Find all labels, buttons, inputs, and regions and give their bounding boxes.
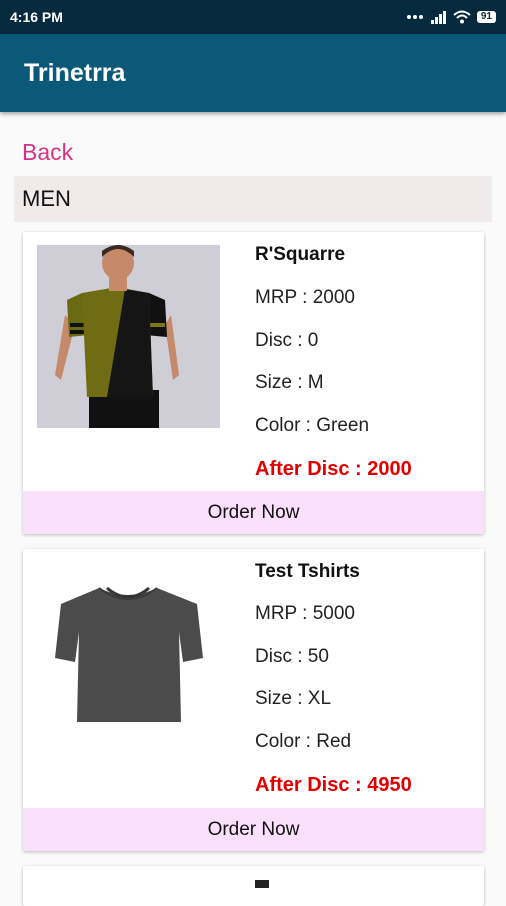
status-icons: 91	[406, 10, 496, 24]
order-now-button[interactable]: Order Now	[23, 491, 484, 534]
product-discount: Disc : 50	[255, 646, 329, 667]
product-color: Color : Red	[255, 731, 352, 752]
app-title: Trinetrra	[24, 58, 126, 87]
product-image	[255, 880, 269, 888]
product-mrp: MRP : 2000	[255, 287, 355, 308]
product-size: Size : M	[255, 372, 324, 393]
product-name: R'Squarre	[255, 244, 346, 265]
signal-icon	[430, 10, 446, 24]
category-title: MEN	[22, 186, 71, 211]
product-discount: Disc : 0	[255, 330, 319, 351]
product-name: Test Tshirts	[255, 561, 360, 582]
category-header: MEN	[14, 176, 492, 222]
product-card: R'Squarre MRP : 2000 Disc : 0 Size : M C…	[23, 232, 484, 534]
battery-icon: 91	[476, 11, 496, 23]
product-card	[23, 866, 484, 906]
product-image[interactable]	[37, 562, 220, 745]
wifi-icon	[453, 10, 471, 24]
status-bar: 4:16 PM 91	[0, 0, 506, 34]
more-dots-icon	[406, 15, 423, 19]
product-card: Test Tshirts MRP : 5000 Disc : 50 Size :…	[23, 549, 484, 851]
product-after-disc: After Disc : 2000	[255, 458, 412, 480]
order-now-button[interactable]: Order Now	[23, 808, 484, 851]
product-size: Size : XL	[255, 688, 332, 709]
back-link[interactable]: Back	[22, 139, 73, 166]
app-bar: Trinetrra	[0, 34, 506, 112]
product-color: Color : Green	[255, 415, 370, 436]
product-image[interactable]	[37, 245, 220, 428]
product-mrp: MRP : 5000	[255, 603, 355, 624]
status-time: 4:16 PM	[10, 9, 63, 25]
product-after-disc: After Disc : 4950	[255, 774, 412, 796]
